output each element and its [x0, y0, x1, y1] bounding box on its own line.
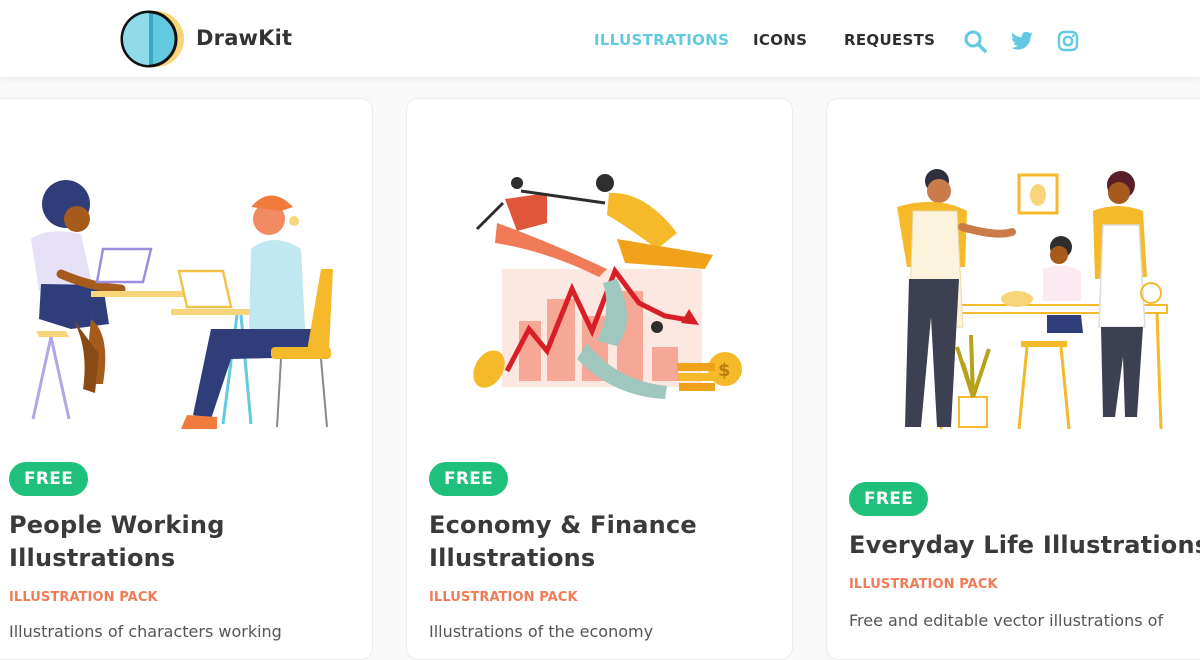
card-kicker: ILLUSTRATION PACK — [429, 590, 578, 605]
card-title-line-1: People Working — [9, 511, 225, 539]
card-title-line-2: Illustrations — [429, 544, 596, 572]
nav-illustrations[interactable]: ILLUSTRATIONS — [594, 31, 729, 49]
nav-requests[interactable]: REQUESTS — [844, 31, 935, 49]
card-kicker: ILLUSTRATION PACK — [849, 577, 998, 592]
site-header: DrawKit ILLUSTRATIONS ICONS REQUESTS — [0, 0, 1200, 77]
pack-card-economy-finance[interactable]: $ FREE Economy & Finance Illustrations I… — [406, 98, 793, 660]
economy-finance-illustration: $ — [467, 171, 757, 401]
card-description: Illustrations of the economy — [429, 622, 654, 641]
search-icon[interactable] — [963, 29, 987, 53]
card-title-line-1: Economy & Finance — [429, 511, 697, 539]
card-title[interactable]: People Working Illustrations — [9, 509, 225, 575]
nav-icons[interactable]: ICONS — [753, 31, 807, 49]
brand-name[interactable]: DrawKit — [196, 26, 292, 50]
pack-card-people-working[interactable]: FREE People Working Illustrations ILLUST… — [0, 98, 373, 660]
free-badge: FREE — [9, 462, 89, 496]
pack-card-everyday-life[interactable]: FREE Everyday Life Illustrations ILLUSTR… — [826, 98, 1200, 660]
free-badge: FREE — [429, 462, 509, 496]
card-description: Free and editable vector illustrations o… — [849, 611, 1164, 630]
people-working-illustration — [11, 179, 351, 439]
instagram-icon[interactable] — [1056, 29, 1080, 53]
card-title[interactable]: Economy & Finance Illustrations — [429, 509, 697, 575]
drawkit-logo[interactable] — [118, 10, 188, 68]
card-title-line-1: Everyday Life Illustrations — [849, 531, 1200, 559]
free-badge: FREE — [849, 482, 929, 516]
card-kicker: ILLUSTRATION PACK — [9, 590, 158, 605]
card-description: Illustrations of characters working — [9, 622, 282, 641]
card-title-line-2: Illustrations — [9, 544, 176, 572]
card-title[interactable]: Everyday Life Illustrations — [849, 529, 1200, 562]
twitter-icon[interactable] — [1010, 29, 1034, 53]
svg-text:$: $ — [718, 360, 731, 381]
everyday-life-illustration — [867, 167, 1177, 437]
